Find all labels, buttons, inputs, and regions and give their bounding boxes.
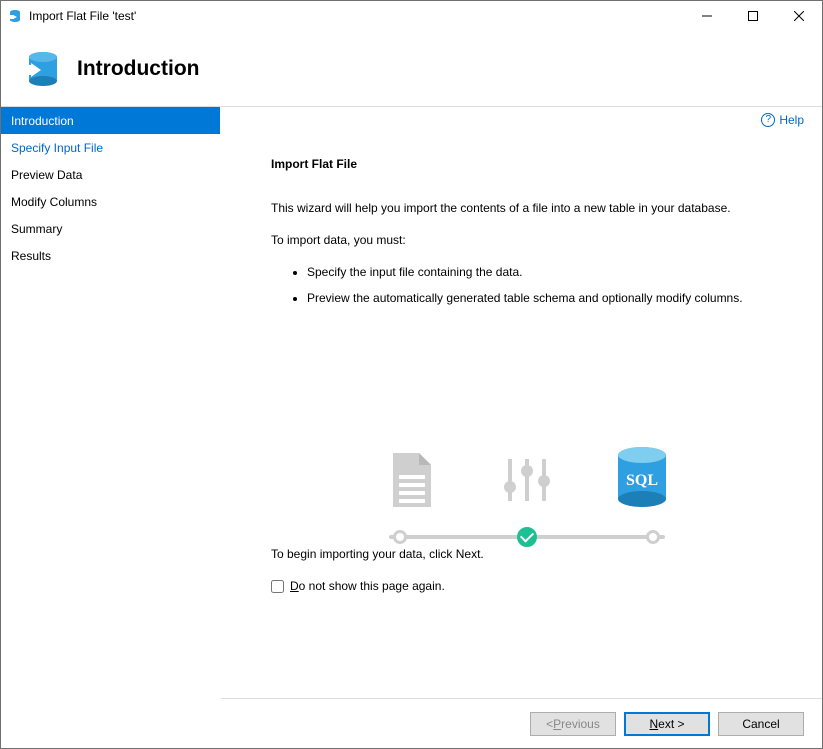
step-label: Specify Input File: [11, 141, 103, 155]
wizard-body: Introduction Specify Input File Preview …: [1, 107, 822, 748]
document-icon: [377, 451, 447, 509]
database-import-icon: [15, 45, 63, 93]
wizard-content: Import Flat File This wizard will help y…: [221, 107, 822, 698]
help-link[interactable]: ? Help: [761, 113, 804, 127]
svg-text:SQL: SQL: [625, 472, 657, 489]
wizard-graphic: SQL: [377, 445, 677, 547]
content-heading: Import Flat File: [271, 157, 782, 171]
previous-button: < Previous: [530, 712, 616, 736]
maximize-button[interactable]: [730, 1, 776, 31]
step-label: Introduction: [11, 114, 74, 128]
bullet-item: Preview the automatically generated tabl…: [307, 291, 782, 305]
sql-database-icon: SQL: [607, 445, 677, 509]
titlebar: Import Flat File 'test': [1, 1, 822, 31]
window-title: Import Flat File 'test': [29, 9, 136, 23]
help-icon: ?: [761, 113, 775, 127]
do-not-show-again: Do not show this page again.: [271, 579, 782, 593]
bullet-item: Specify the input file containing the da…: [307, 265, 782, 279]
step-label: Summary: [11, 222, 62, 236]
do-not-show-label[interactable]: Do not show this page again.: [290, 579, 445, 593]
wizard-header: Introduction: [1, 31, 822, 107]
step-label: Modify Columns: [11, 195, 97, 209]
content-intro: This wizard will help you import the con…: [271, 201, 782, 215]
minimize-button[interactable]: [684, 1, 730, 31]
step-label: Results: [11, 249, 51, 263]
wizard-footer: < Previous Next > Cancel: [221, 698, 822, 748]
sliders-icon: [492, 451, 562, 509]
step-results[interactable]: Results: [1, 242, 220, 269]
do-not-show-checkbox[interactable]: [271, 580, 284, 593]
help-label: Help: [779, 113, 804, 127]
close-button[interactable]: [776, 1, 822, 31]
step-specify-input-file[interactable]: Specify Input File: [1, 134, 220, 161]
page-title: Introduction: [77, 57, 199, 81]
app-icon: [7, 8, 23, 24]
content-pretext: To import data, you must:: [271, 233, 782, 247]
wizard-steps-sidebar: Introduction Specify Input File Preview …: [1, 107, 221, 748]
wizard-main: ? Help Import Flat File This wizard will…: [221, 107, 822, 748]
step-label: Preview Data: [11, 168, 82, 182]
next-button[interactable]: Next >: [624, 712, 710, 736]
progress-timeline: [389, 527, 665, 547]
step-preview-data[interactable]: Preview Data: [1, 161, 220, 188]
step-summary[interactable]: Summary: [1, 215, 220, 242]
step-introduction[interactable]: Introduction: [1, 107, 220, 134]
step-modify-columns[interactable]: Modify Columns: [1, 188, 220, 215]
cancel-button[interactable]: Cancel: [718, 712, 804, 736]
begin-text: To begin importing your data, click Next…: [271, 547, 782, 561]
content-bullets: Specify the input file containing the da…: [271, 265, 782, 305]
import-flat-file-wizard-window: Import Flat File 'test' Introd: [0, 0, 823, 749]
